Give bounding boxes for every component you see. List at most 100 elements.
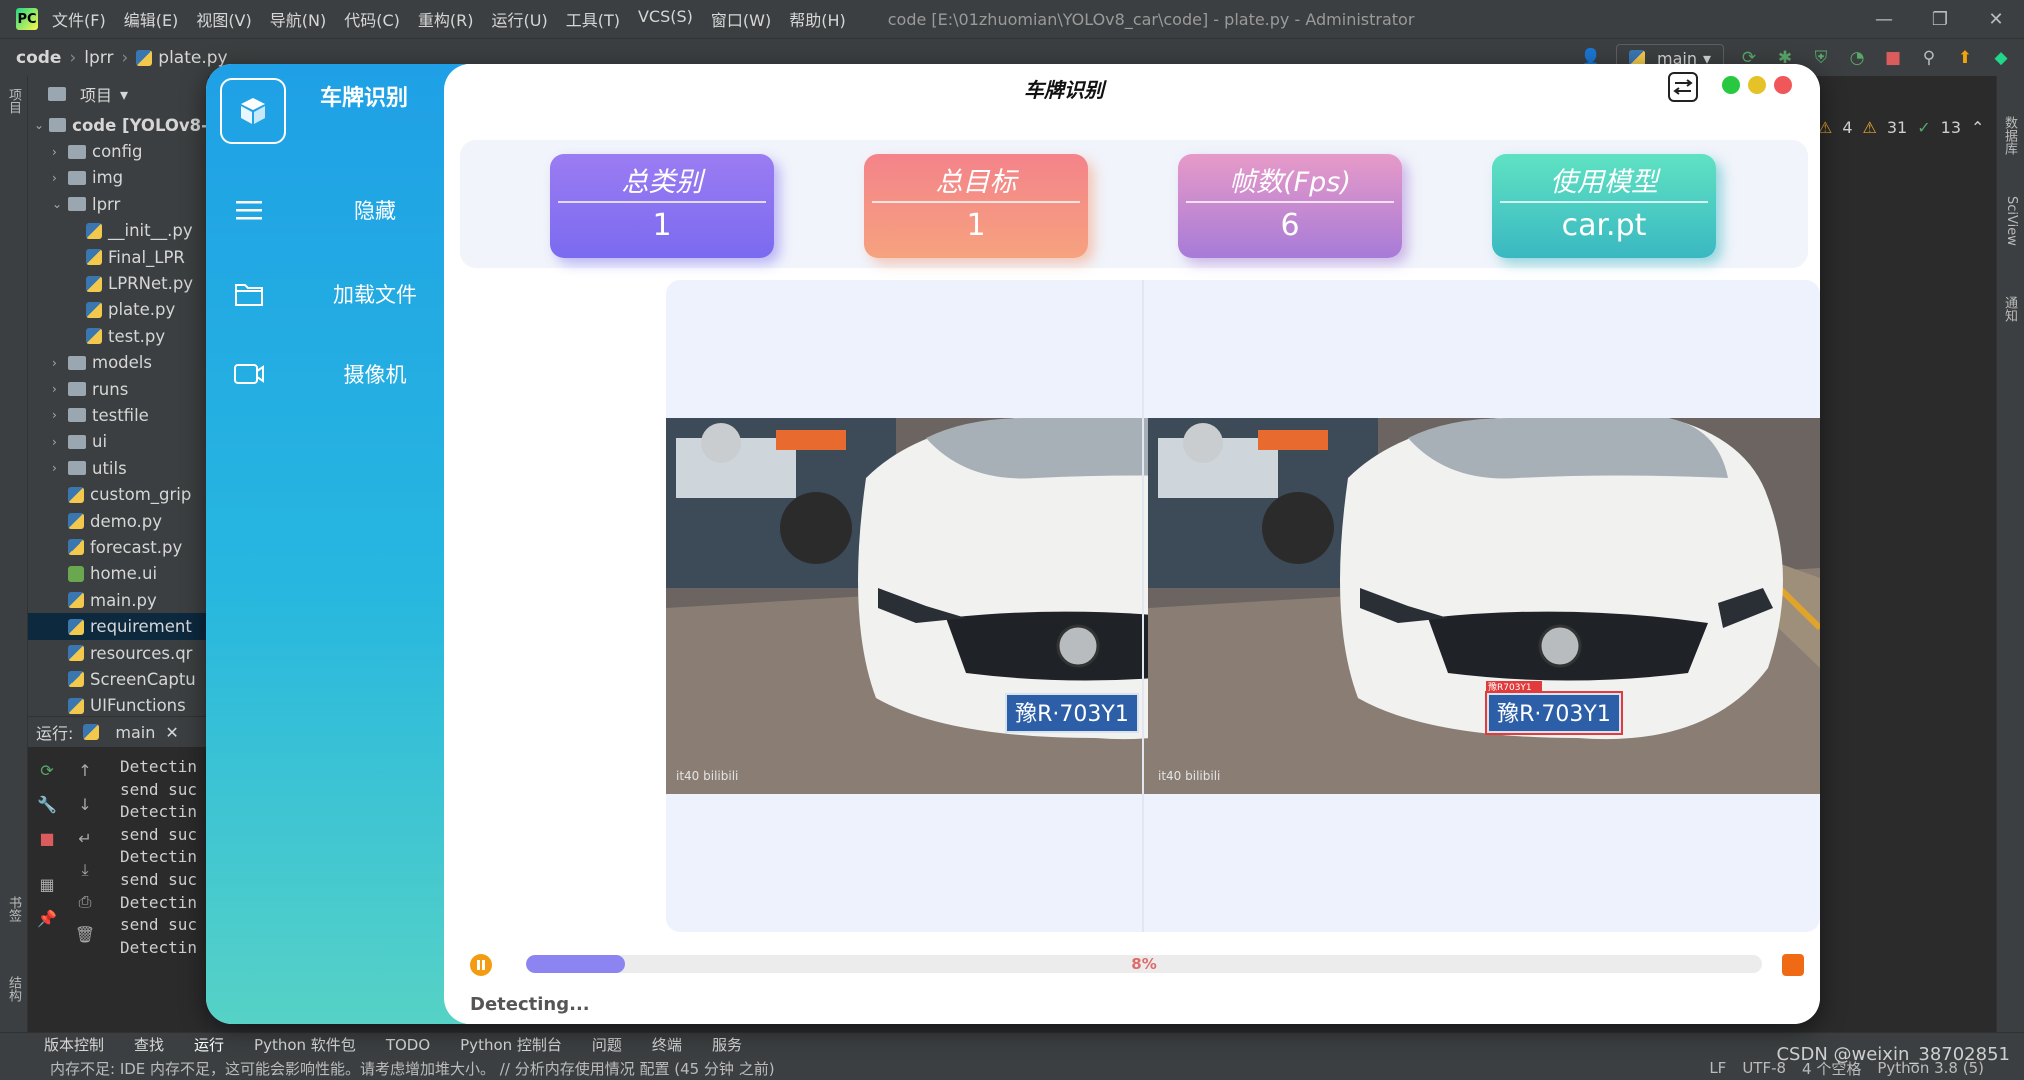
wrench-icon[interactable]: 🔧 (36, 793, 58, 815)
tree-item[interactable]: LPRNet.py (28, 270, 208, 296)
pause-button[interactable] (470, 954, 492, 976)
window-close-dot[interactable] (1774, 76, 1792, 94)
tab-structure-vertical[interactable]: 结构 (4, 976, 23, 1002)
bottom-tab[interactable]: Python 控制台 (460, 1034, 562, 1055)
tree-item[interactable]: ScreenCaptu (28, 666, 208, 692)
tree-item[interactable]: ⌄ code [YOLOv8- (28, 112, 208, 138)
chevron-right-icon[interactable]: › (52, 408, 68, 422)
search-icon[interactable]: ⚲ (1918, 47, 1940, 69)
arrow-down-icon[interactable]: ↓ (74, 793, 96, 815)
bottom-tab[interactable]: 问题 (592, 1034, 622, 1055)
menu-item[interactable]: 代码(C) (344, 7, 400, 31)
stop-icon[interactable]: ■ (1882, 47, 1904, 69)
tree-item[interactable]: › runs (28, 376, 208, 402)
trash-icon[interactable]: 🗑 (74, 923, 96, 945)
inspection-widget[interactable]: ⚠ 4 ⚠ 31 ✓ 13 ⌃ ⌄ (1818, 118, 2008, 137)
chevron-right-icon[interactable]: › (52, 382, 68, 396)
menu-item[interactable]: 窗口(W) (711, 7, 771, 31)
menu-item[interactable]: 工具(T) (566, 7, 620, 31)
status-widget[interactable]: LF (1709, 1059, 1726, 1077)
breadcrumb-folder[interactable]: lprr (84, 48, 113, 68)
bottom-tab[interactable]: 服务 (712, 1034, 742, 1055)
bottom-tab[interactable]: 运行 (194, 1034, 224, 1055)
tree-item[interactable]: __init__.py (28, 218, 208, 244)
project-panel-title[interactable]: 项目 (80, 82, 112, 106)
soft-wrap-icon[interactable]: ↵ (74, 827, 96, 849)
chevron-down-icon[interactable]: ⌄ (34, 118, 49, 132)
print-icon[interactable]: ⎙ (74, 891, 96, 913)
tree-item[interactable]: demo.py (28, 508, 208, 534)
bottom-tab[interactable]: 版本控制 (44, 1034, 104, 1055)
tab-project-vertical[interactable]: 项目 (4, 88, 23, 114)
sidebar-hide-button[interactable]: 隐藏 (232, 190, 452, 230)
tree-item[interactable]: test.py (28, 323, 208, 349)
settings-button[interactable] (1668, 72, 1698, 102)
tree-item[interactable]: main.py (28, 587, 208, 613)
minimize-icon[interactable]: — (1856, 0, 1912, 38)
stop-button[interactable] (1782, 954, 1804, 976)
close-icon[interactable]: ✕ (1968, 0, 2024, 38)
tab-sciview-vertical[interactable]: SciView (2004, 196, 2019, 246)
plugin-icon[interactable]: ◆ (1990, 47, 2012, 69)
menu-item[interactable]: 重构(R) (418, 7, 474, 31)
rerun-icon[interactable]: ⟳ (36, 759, 58, 781)
menu-item[interactable]: 文件(F) (52, 7, 106, 31)
menu-item[interactable]: VCS(S) (638, 7, 693, 31)
tree-item[interactable]: forecast.py (28, 534, 208, 560)
menu-item[interactable]: 编辑(E) (124, 7, 179, 31)
status-message[interactable]: 内存不足: IDE 内存不足，这可能会影响性能。请考虑增加堆大小。 // 分析内… (50, 1058, 775, 1079)
tree-item[interactable]: UIFunctions (28, 693, 208, 716)
chevron-right-icon[interactable]: › (52, 461, 68, 475)
tree-item[interactable]: › img (28, 165, 208, 191)
tab-bookmarks-vertical[interactable]: 书签 (4, 896, 23, 922)
chevron-up-icon[interactable]: ⌃ (1971, 118, 1984, 137)
pin-icon[interactable]: 📌 (36, 907, 58, 929)
layout-icon[interactable]: ▦ (36, 873, 58, 895)
tree-item[interactable]: › config (28, 138, 208, 164)
sidebar-load-file-button[interactable]: 加载文件 (232, 274, 452, 314)
chevron-right-icon[interactable]: › (52, 356, 68, 370)
tab-notifications-vertical[interactable]: 通知 (2000, 296, 2019, 322)
breadcrumb-root[interactable]: code (16, 48, 61, 68)
stop-icon[interactable]: ■ (36, 827, 58, 849)
window-maximize-dot[interactable] (1722, 76, 1740, 94)
close-tab-icon[interactable]: ✕ (165, 723, 178, 742)
chevron-down-icon[interactable]: ▾ (120, 85, 128, 104)
maximize-icon[interactable]: ❐ (1912, 0, 1968, 38)
tab-database-vertical[interactable]: 数据库 (2000, 116, 2019, 155)
chevron-down-icon[interactable]: ⌄ (52, 197, 68, 211)
tree-item[interactable]: › models (28, 350, 208, 376)
tree-item[interactable]: custom_grip (28, 481, 208, 507)
sidebar-camera-button[interactable]: 摄像机 (232, 354, 452, 394)
tree-item[interactable]: requirement (28, 613, 208, 640)
bottom-tab[interactable]: 终端 (652, 1034, 682, 1055)
tree-item[interactable]: plate.py (28, 297, 208, 323)
bottom-tab[interactable]: Python 软件包 (254, 1034, 356, 1055)
arrow-up-icon[interactable]: ↑ (74, 759, 96, 781)
tree-item[interactable]: › ui (28, 429, 208, 455)
bottom-tab[interactable]: 查找 (134, 1034, 164, 1055)
chevron-right-icon[interactable]: › (52, 435, 68, 449)
tree-item[interactable]: resources.qr (28, 640, 208, 666)
console-line: Detectin (120, 802, 198, 822)
tree-item-label: utils (92, 458, 127, 478)
chevron-right-icon[interactable]: › (52, 171, 68, 185)
tree-item[interactable]: › testfile (28, 402, 208, 428)
coverage-icon[interactable]: ⛨ (1810, 47, 1832, 69)
window-minimize-dot[interactable] (1748, 76, 1766, 94)
bottom-tab[interactable]: TODO (386, 1036, 430, 1054)
chevron-right-icon[interactable]: › (52, 145, 68, 159)
scroll-to-end-icon[interactable]: ⤓ (74, 859, 96, 881)
update-icon[interactable]: ⬆ (1954, 47, 1976, 69)
run-tab-main[interactable]: main (115, 723, 155, 742)
menu-item[interactable]: 帮助(H) (789, 7, 846, 31)
profile-icon[interactable]: ◔ (1846, 47, 1868, 69)
tree-item[interactable]: home.ui (28, 561, 208, 587)
tree-item[interactable]: ⌄ lprr (28, 191, 208, 217)
menu-item[interactable]: 运行(U) (492, 7, 548, 31)
tree-item[interactable]: Final_LPR (28, 244, 208, 270)
menu-item[interactable]: 视图(V) (196, 7, 251, 31)
editor-area[interactable] (1800, 76, 1996, 1032)
tree-item[interactable]: › utils (28, 455, 208, 481)
menu-item[interactable]: 导航(N) (270, 7, 326, 31)
